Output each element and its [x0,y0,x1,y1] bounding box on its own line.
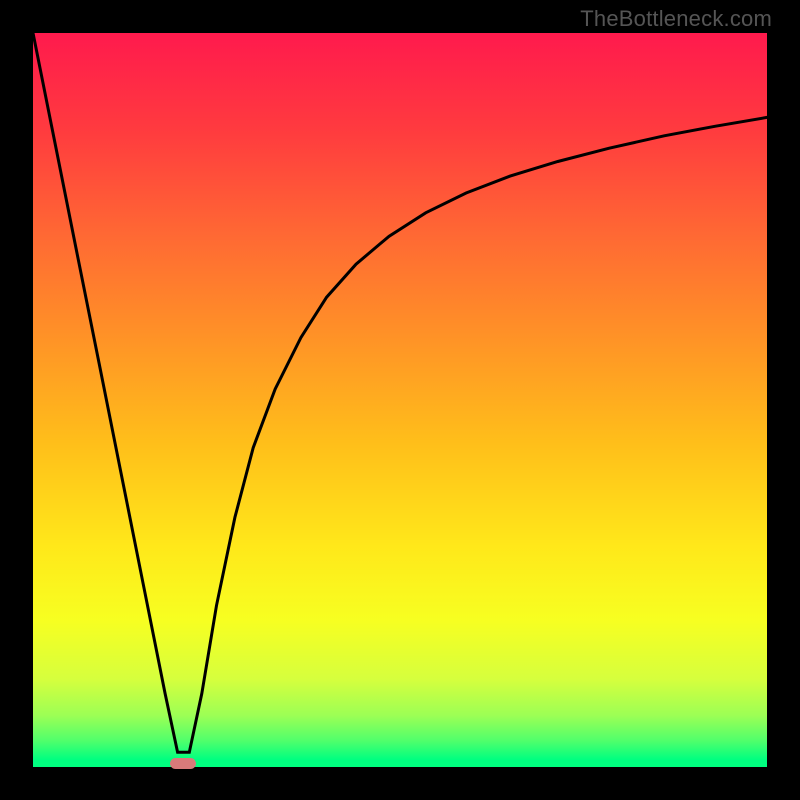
plot-gradient-background [33,33,767,767]
watermark-text: TheBottleneck.com [580,6,772,32]
optimal-point-marker [170,758,196,769]
chart-frame: TheBottleneck.com [0,0,800,800]
